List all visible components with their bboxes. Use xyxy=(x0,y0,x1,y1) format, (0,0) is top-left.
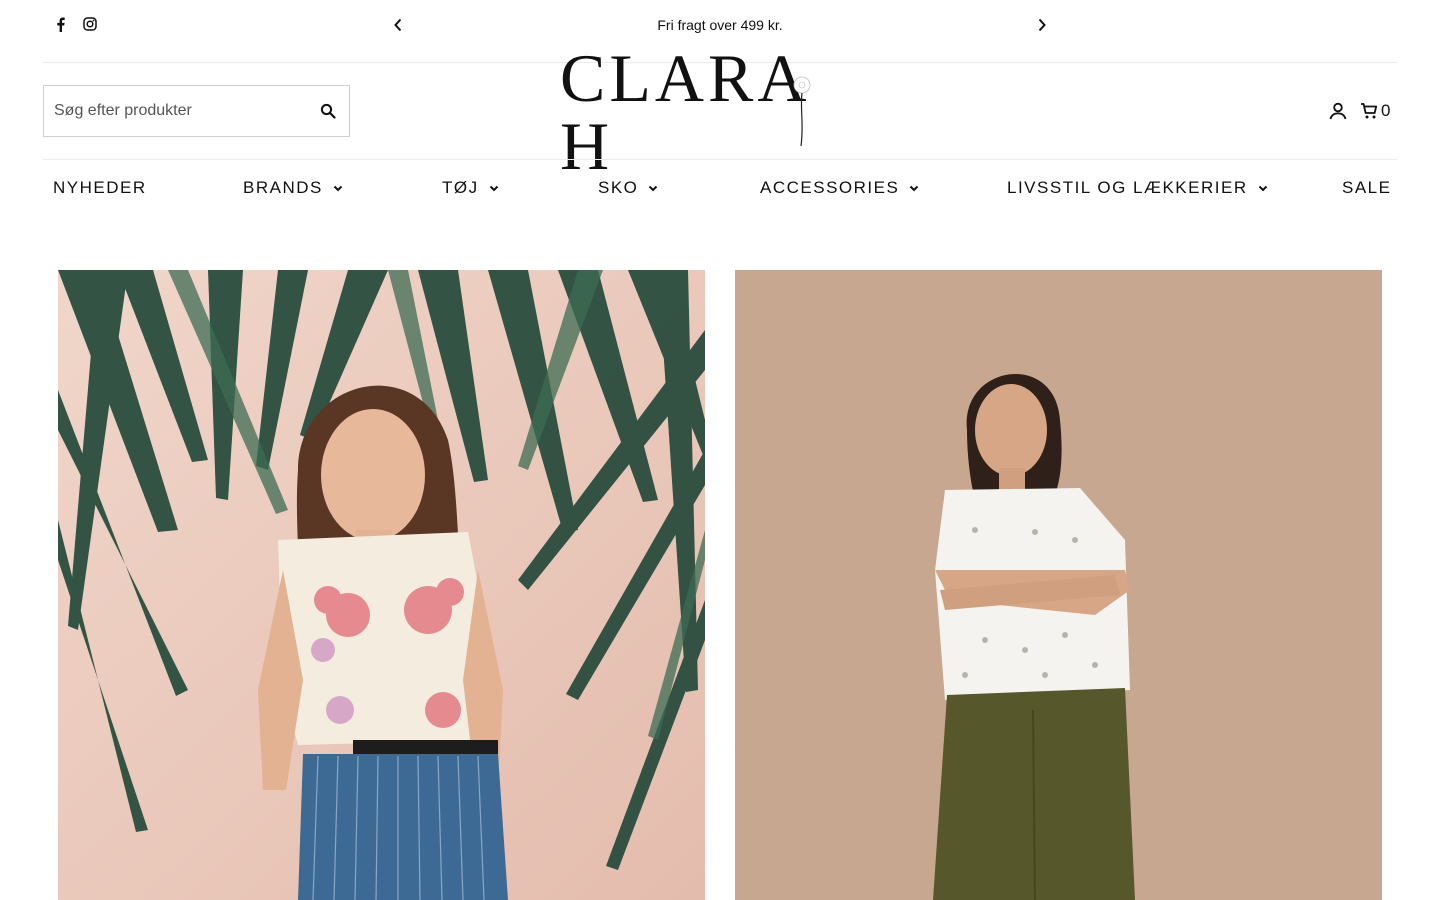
announcement-next-button[interactable] xyxy=(1032,15,1052,35)
nav-item-nyheder[interactable]: NYHEDER xyxy=(53,178,147,198)
search-icon xyxy=(320,103,336,119)
nav-item-accessories[interactable]: ACCESSORIES xyxy=(760,178,919,198)
main-nav: NYHEDER BRANDS TØJ SKO ACCESSORIES LIVSS… xyxy=(0,178,1440,204)
cart-button[interactable]: 0 xyxy=(1360,101,1390,121)
chevron-down-icon xyxy=(648,185,658,192)
nav-item-brands[interactable]: BRANDS xyxy=(243,178,343,198)
nav-item-sko[interactable]: SKO xyxy=(598,178,658,198)
nav-item-label: SKO xyxy=(598,178,639,197)
hero-image-left[interactable] xyxy=(58,270,705,900)
cart-icon xyxy=(1361,103,1378,119)
nav-item-label: BRANDS xyxy=(243,178,323,197)
facebook-icon[interactable] xyxy=(53,16,68,32)
nav-item-toj[interactable]: TØJ xyxy=(442,178,499,198)
search-box xyxy=(43,85,350,137)
announcement-prev-button[interactable] xyxy=(388,15,408,35)
nav-item-label: NYHEDER xyxy=(53,178,147,197)
search-button[interactable] xyxy=(319,102,337,120)
nav-item-label: SALE xyxy=(1342,178,1392,197)
chevron-left-icon xyxy=(394,18,402,32)
cart-count: 0 xyxy=(1381,101,1391,120)
hero-photo-blouse-model xyxy=(735,270,1382,900)
nav-item-label: ACCESSORIES xyxy=(760,178,900,197)
hero-photo-palm-model xyxy=(58,270,705,900)
nav-item-sale[interactable]: SALE xyxy=(1342,178,1391,198)
store-logo[interactable]: CLARA H xyxy=(560,44,880,180)
hero-image-right[interactable] xyxy=(735,270,1382,900)
social-links xyxy=(53,16,97,32)
search-input[interactable] xyxy=(44,86,304,136)
chevron-down-icon xyxy=(1258,185,1268,192)
nav-item-livsstil[interactable]: LIVSSTIL OG LÆKKERIER xyxy=(1007,178,1268,198)
chevron-down-icon xyxy=(333,185,343,192)
chevron-down-icon xyxy=(909,185,919,192)
header-actions: 0 xyxy=(1328,101,1390,121)
flower-logo-icon xyxy=(793,76,811,147)
nav-item-label: TØJ xyxy=(442,178,479,197)
account-icon[interactable] xyxy=(1328,101,1348,121)
announcement-text: Fri fragt over 499 kr. xyxy=(657,17,783,33)
nav-item-label: LIVSSTIL OG LÆKKERIER xyxy=(1007,178,1248,197)
chevron-right-icon xyxy=(1038,18,1046,32)
divider xyxy=(43,159,1397,160)
chevron-down-icon xyxy=(489,185,499,192)
instagram-icon[interactable] xyxy=(82,16,97,32)
